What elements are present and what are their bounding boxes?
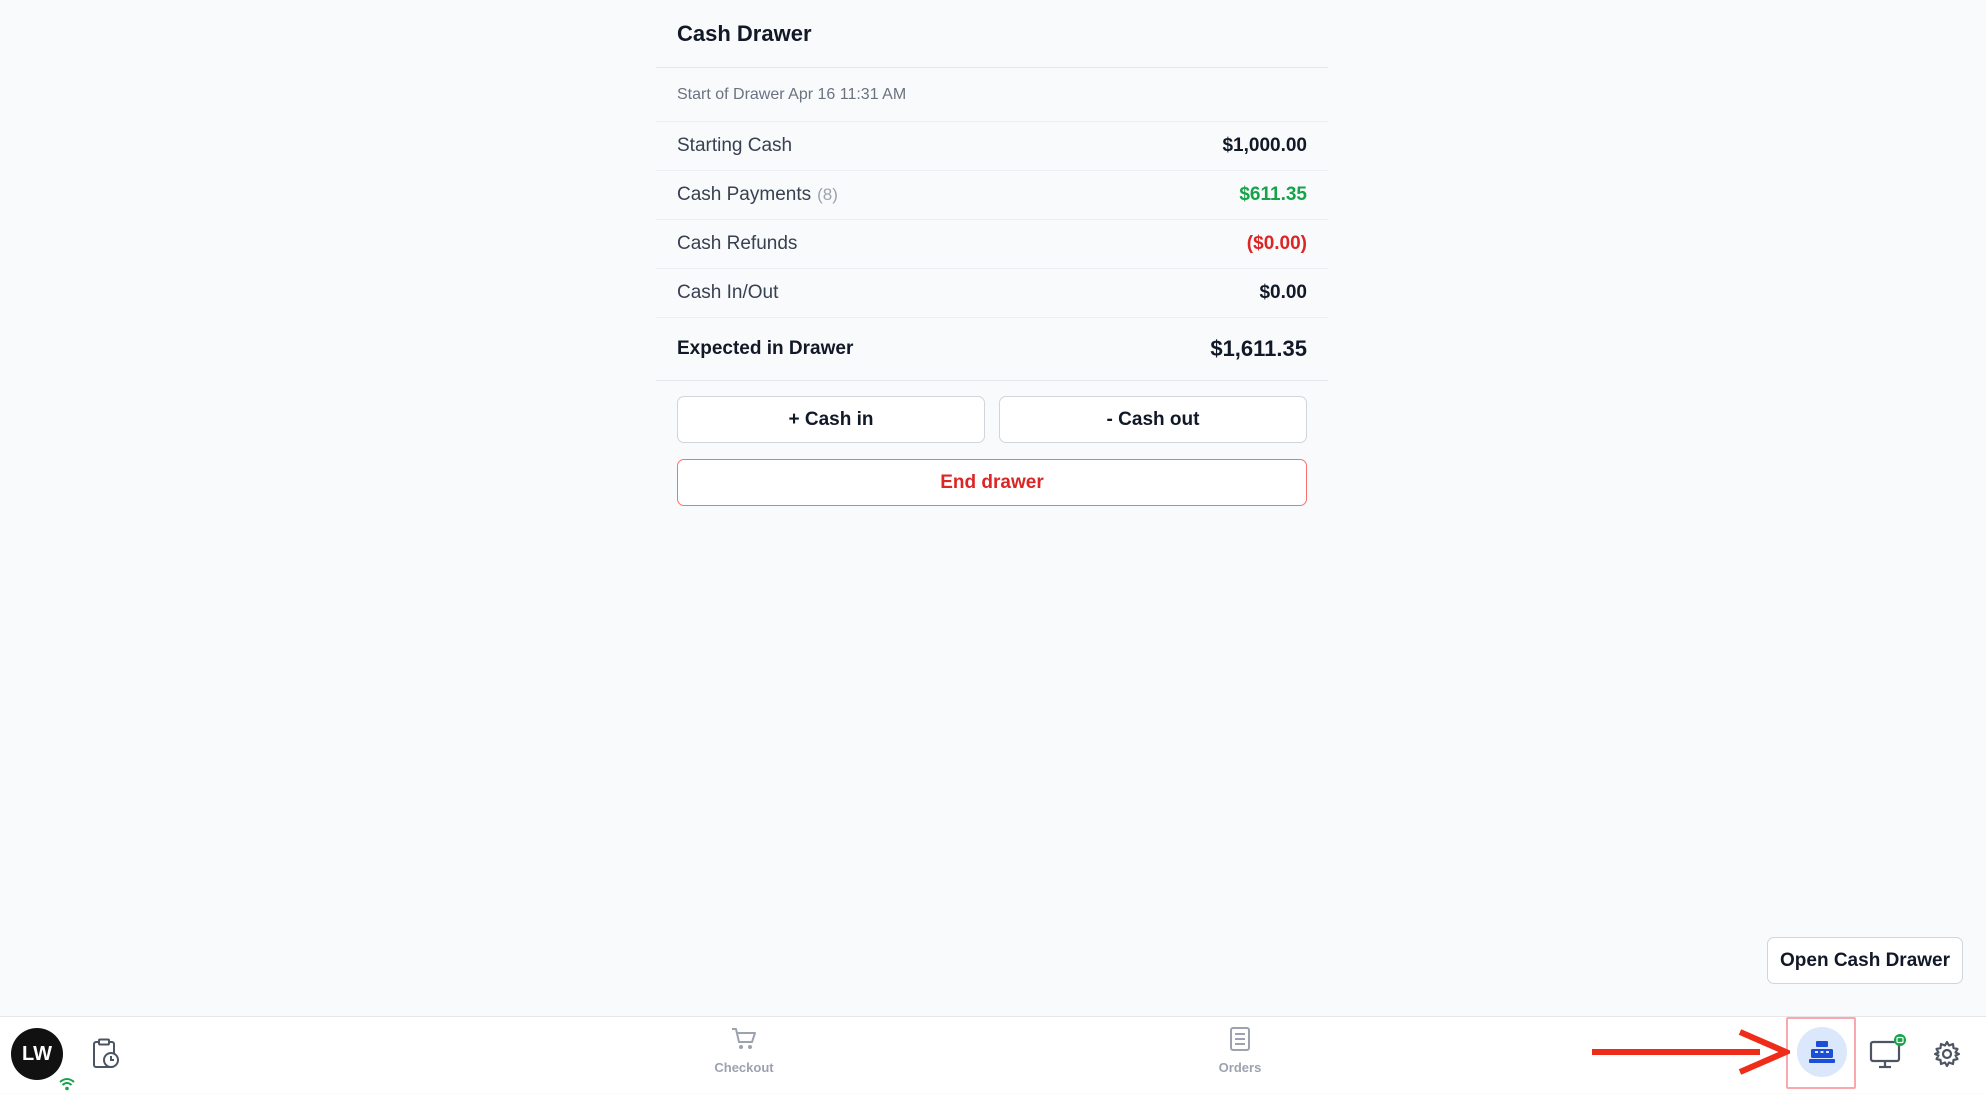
row-cash-in-out: Cash In/Out $0.00 <box>656 269 1328 318</box>
clock-clipboard-icon[interactable] <box>90 1037 122 1071</box>
row-value: $0.00 <box>1259 282 1307 303</box>
row-label: Starting Cash <box>677 135 793 156</box>
wifi-icon <box>57 1074 77 1094</box>
row-cash-payments: Cash Payments (8) $611.35 <box>656 171 1328 220</box>
avatar[interactable]: LW <box>11 1028 77 1094</box>
annotation-arrow <box>1592 1029 1790 1075</box>
cash-in-button[interactable]: + Cash in <box>677 396 985 443</box>
cash-register-icon <box>1809 1041 1835 1063</box>
gear-icon <box>1933 1040 1961 1068</box>
row-value: $611.35 <box>1239 184 1307 205</box>
payment-count: (8) <box>817 185 838 204</box>
row-value: $1,000.00 <box>1222 135 1307 156</box>
row-starting-cash: Starting Cash $1,000.00 <box>656 122 1328 171</box>
row-label: Cash Payments <box>677 184 812 205</box>
end-drawer-button[interactable]: End drawer <box>677 459 1307 506</box>
settings-button[interactable] <box>1932 1039 1962 1069</box>
row-value: ($0.00) <box>1246 233 1307 254</box>
nav-orders[interactable]: Orders <box>1190 1027 1290 1075</box>
total-value: $1,611.35 <box>1210 336 1307 361</box>
nav-label: Checkout <box>714 1060 774 1075</box>
drawer-start-time: Start of Drawer Apr 16 11:31 AM <box>656 68 1328 122</box>
avatar-initials: LW <box>22 1042 52 1065</box>
nav-label: Orders <box>1218 1060 1262 1075</box>
row-cash-refunds: Cash Refunds ($0.00) <box>656 220 1328 269</box>
cash-drawer-button[interactable] <box>1797 1027 1847 1077</box>
customer-display-button[interactable] <box>1868 1033 1908 1073</box>
row-label: Cash Refunds <box>677 233 798 254</box>
orders-icon <box>1230 1027 1250 1051</box>
row-expected-in-drawer: Expected in Drawer $1,611.35 <box>656 318 1328 381</box>
cash-out-button[interactable]: - Cash out <box>999 396 1307 443</box>
row-label: Cash In/Out <box>677 282 779 303</box>
cart-icon <box>732 1028 756 1049</box>
row-label-wrap: Cash Payments (8) <box>677 184 838 206</box>
display-icon <box>1869 1034 1906 1069</box>
nav-checkout[interactable]: Checkout <box>694 1027 794 1075</box>
total-label: Expected in Drawer <box>677 338 854 359</box>
page-title: Cash Drawer <box>656 0 1328 68</box>
cash-drawer-panel: Cash Drawer Start of Drawer Apr 16 11:31… <box>656 0 1328 506</box>
open-cash-drawer-button[interactable]: Open Cash Drawer <box>1767 937 1963 984</box>
cash-buttons: + Cash in - Cash out <box>677 396 1307 443</box>
